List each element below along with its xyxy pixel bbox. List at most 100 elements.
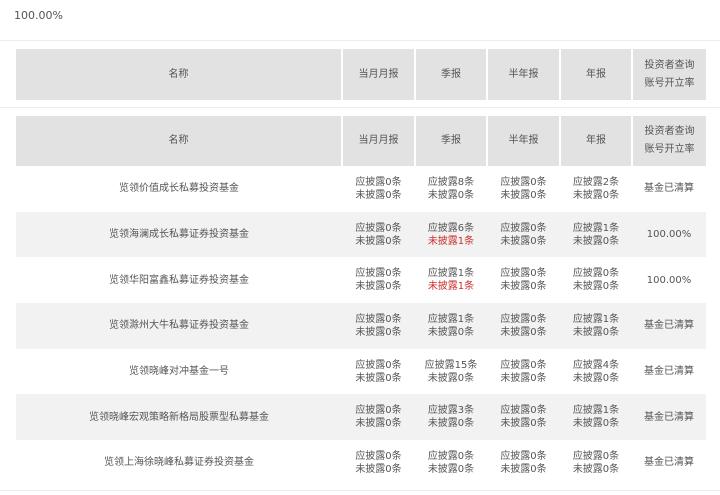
semiannual-cell[interactable]: 应披露0条 未披露0条 <box>487 257 560 303</box>
should-disclose: 应披露1条 <box>427 268 475 280</box>
fund-name[interactable]: 览领价值成长私募投资基金 <box>16 166 342 212</box>
quarterly-cell[interactable]: 应披露0条 未披露0条 <box>415 440 487 486</box>
not-disclosed: 未披露0条 <box>355 326 402 338</box>
should-disclose: 应披露0条 <box>355 450 402 462</box>
semiannual-cell[interactable]: 应披露0条 未披露0条 <box>487 303 560 349</box>
col-header-name[interactable]: 名称 <box>16 116 343 166</box>
should-disclose: 应披露15条 <box>424 359 478 371</box>
annual-cell[interactable]: 应披露2条 未披露0条 <box>560 166 632 212</box>
monthly-cell[interactable]: 应披露0条 未披露0条 <box>342 440 415 486</box>
semiannual-cell[interactable]: 应披露0条 未披露0条 <box>487 166 560 212</box>
not-disclosed: 未披露0条 <box>355 418 402 430</box>
quarterly-cell[interactable]: 应披露15条 未披露0条 <box>415 349 487 395</box>
not-disclosed: 未披露0条 <box>500 235 547 247</box>
account-rate-value: 基金已清算 <box>632 303 706 349</box>
should-disclose: 应披露8条 <box>427 176 475 188</box>
col-header-quarterly[interactable]: 季报 <box>415 49 488 100</box>
header-row: 名称 当月月报 季报 半年报 年报 投资者查询 账号开立率 <box>16 116 706 166</box>
quarterly-cell[interactable]: 应披露3条 未披露0条 <box>415 394 487 441</box>
not-disclosed: 未披露0条 <box>427 463 475 475</box>
should-disclose: 应披露4条 <box>572 359 620 371</box>
fund-name[interactable]: 览领滁州大牛私募证券投资基金 <box>16 303 342 349</box>
annual-cell[interactable]: 应披露0条 未披露0条 <box>560 440 632 486</box>
fund-name[interactable]: 览领华阳富鑫私募证券投资基金 <box>16 257 342 303</box>
should-disclose: 应披露0条 <box>500 450 547 462</box>
table-row: 览领价值成长私募投资基金 应披露0条 未披露0条 应披露8条 未披露0条 应披露0条… <box>16 166 706 212</box>
semiannual-cell[interactable]: 应披露0条 未披露0条 <box>487 349 560 395</box>
not-disclosed-alert: 未披露1条 <box>427 281 475 293</box>
semiannual-cell[interactable]: 应披露0条 未披露0条 <box>487 211 560 258</box>
should-disclose: 应披露0条 <box>355 359 402 371</box>
divider <box>0 107 720 108</box>
annual-cell[interactable]: 应披露0条 未披露0条 <box>560 257 632 303</box>
account-rate-value: 基金已清算 <box>644 457 694 469</box>
should-disclose: 应披露0条 <box>500 359 547 371</box>
col-header-semiannual[interactable]: 半年报 <box>487 116 561 166</box>
header-line-2: 账号开立率 <box>644 144 695 155</box>
table-row: 览领华阳富鑫私募证券投资基金 应披露0条 未披露0条 应披露1条 未披露1条 应披露… <box>16 257 706 303</box>
quarterly-cell[interactable]: 应披露1条 未披露1条 <box>415 257 487 303</box>
account-rate-value: 基金已清算 <box>632 394 706 441</box>
monthly-cell[interactable]: 应披露0条 未披露0条 <box>342 166 415 212</box>
monthly-cell[interactable]: 应披露0条 未披露0条 <box>342 303 415 349</box>
should-disclose: 应披露1条 <box>572 313 620 325</box>
fund-name[interactable]: 览领上海徐晓峰私募证券投资基金 <box>16 440 342 486</box>
monthly-cell[interactable]: 应披露0条 未披露0条 <box>342 394 415 441</box>
should-disclose: 应披露0条 <box>572 450 620 462</box>
annual-cell[interactable]: 应披露1条 未披露0条 <box>560 303 632 349</box>
not-disclosed: 未披露0条 <box>500 189 547 201</box>
not-disclosed: 未披露0条 <box>572 189 620 201</box>
not-disclosed: 未披露0条 <box>427 326 475 338</box>
quarterly-cell[interactable]: 应披露8条 未披露0条 <box>415 166 487 212</box>
not-disclosed: 未披露0条 <box>572 418 620 430</box>
col-header-quarterly[interactable]: 季报 <box>415 116 488 166</box>
should-disclose: 应披露0条 <box>500 222 547 234</box>
should-disclose: 应披露1条 <box>572 222 620 234</box>
fund-name[interactable]: 览领晓峰宏观策略新格局股票型私募基金 <box>16 394 342 441</box>
monthly-cell[interactable]: 应披露0条 未披露0条 <box>342 349 415 395</box>
fund-name[interactable]: 览领晓峰对冲基金一号 <box>16 349 342 395</box>
col-header-annual[interactable]: 年报 <box>560 116 633 166</box>
annual-cell[interactable]: 应披露4条 未披露0条 <box>560 349 632 395</box>
fund-name[interactable]: 览领海澜成长私募证券投资基金 <box>16 211 342 258</box>
quarterly-cell[interactable]: 应披露6条 未披露1条 <box>415 211 487 258</box>
should-disclose: 应披露2条 <box>572 176 620 188</box>
should-disclose: 应披露0条 <box>355 222 402 234</box>
should-disclose: 应披露0条 <box>355 176 402 188</box>
col-header-annual[interactable]: 年报 <box>560 49 633 100</box>
col-header-semiannual[interactable]: 半年报 <box>487 49 561 100</box>
semiannual-cell[interactable]: 应披露0条 未披露0条 <box>487 394 560 441</box>
account-rate-value: 100.00% <box>632 211 706 258</box>
col-header-name[interactable]: 名称 <box>16 49 343 100</box>
col-header-monthly[interactable]: 当月月报 <box>342 49 416 100</box>
col-header-account-rate[interactable]: 投资者查询 账号开立率 <box>632 116 706 166</box>
not-disclosed: 未披露0条 <box>500 463 547 475</box>
should-disclose: 应披露0条 <box>500 268 547 280</box>
divider <box>0 40 720 41</box>
not-disclosed: 未披露0条 <box>500 372 547 384</box>
header-row: 名称 当月月报 季报 半年报 年报 投资者查询 账号开立率 <box>16 49 706 100</box>
col-header-monthly[interactable]: 当月月报 <box>342 116 416 166</box>
monthly-cell[interactable]: 应披露0条 未披露0条 <box>342 211 415 258</box>
not-disclosed: 未披露0条 <box>355 281 402 293</box>
not-disclosed: 未披露0条 <box>572 463 620 475</box>
not-disclosed: 未披露0条 <box>500 326 547 338</box>
should-disclose: 应披露0条 <box>355 313 402 325</box>
annual-cell[interactable]: 应披露1条 未披露0条 <box>560 211 632 258</box>
not-disclosed: 未披露0条 <box>355 372 402 384</box>
header-line-2: 账号开立率 <box>644 77 695 89</box>
should-disclose: 应披露0条 <box>355 405 402 417</box>
divider <box>0 490 720 491</box>
table-row: 览领海澜成长私募证券投资基金 应披露0条 未披露0条 应披露6条 未披露1条 应披露… <box>16 211 706 258</box>
should-disclose: 应披露0条 <box>500 405 547 417</box>
quarterly-cell[interactable]: 应披露1条 未披露0条 <box>415 303 487 349</box>
header-line-1: 投资者查询 <box>644 59 695 71</box>
annual-cell[interactable]: 应披露1条 未披露0条 <box>560 394 632 441</box>
table-row: 览领晓峰对冲基金一号 应披露0条 未披露0条 应披露15条 未披露0条 应披露0条未… <box>16 349 706 395</box>
account-rate-value: 100.00% <box>646 274 692 286</box>
semiannual-cell[interactable]: 应披露0条 未披露0条 <box>487 440 560 486</box>
not-disclosed: 未披露0条 <box>355 189 402 201</box>
col-header-account-rate[interactable]: 投资者查询 账号开立率 <box>632 49 706 100</box>
table-row: 览领滁州大牛私募证券投资基金 应披露0条 未披露0条 应披露1条 未披露0条 应披露… <box>16 303 706 349</box>
monthly-cell[interactable]: 应披露0条 未披露0条 <box>342 257 415 303</box>
